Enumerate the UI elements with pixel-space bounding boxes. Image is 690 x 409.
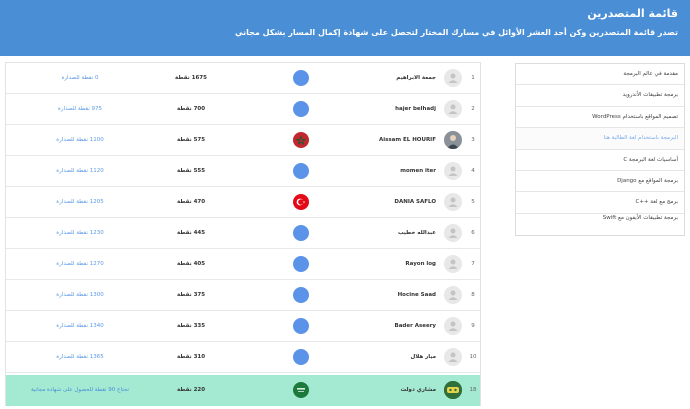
- current-user-row: 18 مشاري دولت 220 نقطة تحتاج 90 نقطة للح…: [6, 375, 480, 406]
- points: 470 نقطة: [176, 199, 206, 205]
- default-flag-icon: [293, 225, 309, 241]
- points-to-lead: 1365 نقطة للصدارة: [56, 354, 104, 360]
- table-row: 7 Rayon log 405 نقطة 1270 نقطة للصدارة: [6, 249, 480, 280]
- points: 220 نقطة: [176, 387, 206, 393]
- points: 1675 نقطة: [175, 75, 207, 81]
- user-name[interactable]: Bader Aseery: [395, 311, 437, 342]
- points-to-lead: 1300 نقطة للصدارة: [56, 292, 104, 298]
- default-flag-icon: [293, 256, 309, 272]
- points: 405 نقطة: [176, 261, 206, 267]
- default-flag-icon: [293, 70, 309, 86]
- page-subtitle: تصدر قائمة المتصدرين وكن أحد العشر الأوا…: [234, 28, 678, 37]
- avatar: [444, 69, 462, 87]
- track-item[interactable]: أساسيات لغة البرمجة C: [516, 150, 684, 171]
- track-item[interactable]: برمجة المواقع مع Django: [516, 171, 684, 193]
- rank: 6: [471, 230, 475, 236]
- default-flag-icon: [293, 101, 309, 117]
- track-item[interactable]: برمجة تطبيقات الأيفون مع Swift: [516, 208, 684, 229]
- points: 375 نقطة: [176, 292, 206, 298]
- avatar: [444, 224, 462, 242]
- saudi-flag-icon: [293, 382, 309, 398]
- rank: 18: [469, 387, 477, 393]
- page-title: قائمة المتصدرين: [587, 7, 678, 20]
- track-list: مقدمة في عالم البرمجة برمجة تطبيقات الأن…: [515, 63, 685, 236]
- user-name[interactable]: عبدالله خطيب: [398, 218, 436, 249]
- points: 310 نقطة: [176, 354, 206, 360]
- user-name[interactable]: ميار هلال: [410, 342, 436, 373]
- points-to-lead: 1340 نقطة للصدارة: [56, 323, 104, 329]
- avatar: [444, 255, 462, 273]
- rank: 8: [471, 292, 475, 298]
- points: 335 نقطة: [176, 323, 206, 329]
- points-to-lead: 975 نقطة للصدارة: [58, 106, 102, 112]
- table-row: 6 عبدالله خطيب 445 نقطة 1230 نقطة للصدار…: [6, 218, 480, 249]
- avatar: [444, 381, 462, 399]
- points-to-lead: 1230 نقطة للصدارة: [56, 230, 104, 236]
- table-row: 8 Hocine Saad 375 نقطة 1300 نقطة للصدارة: [6, 280, 480, 311]
- avatar: [444, 317, 462, 335]
- table-row: 2 hajer belhadj 700 نقطة 975 نقطة للصدار…: [6, 94, 480, 125]
- avatar: [444, 286, 462, 304]
- table-row: 10 ميار هلال 310 نقطة 1365 نقطة للصدارة: [6, 342, 480, 373]
- default-flag-icon: [293, 318, 309, 334]
- track-item[interactable]: تصميم المواقع باستخدام WordPress: [516, 107, 684, 129]
- rank: 10: [469, 354, 477, 360]
- rank: 4: [471, 168, 475, 174]
- default-flag-icon: [293, 163, 309, 179]
- points-to-lead: 1270 نقطة للصدارة: [56, 261, 104, 267]
- user-name[interactable]: hajer belhadj: [395, 94, 436, 125]
- user-name[interactable]: مشاري دولت: [401, 375, 436, 406]
- table-row: 3 Aissam EL HOURIF 575 نقطة 1100 نقطة لل…: [6, 125, 480, 156]
- user-name[interactable]: momen iter: [400, 156, 436, 187]
- user-name[interactable]: Rayon log: [405, 249, 436, 280]
- points: 445 نقطة: [176, 230, 206, 236]
- turkey-flag-icon: [293, 194, 309, 210]
- track-item[interactable]: مقدمة في عالم البرمجة: [516, 64, 684, 86]
- avatar: [444, 100, 462, 118]
- user-name[interactable]: DANIA SAFLO: [394, 187, 436, 218]
- user-name[interactable]: Aissam EL HOURIF: [379, 125, 436, 156]
- rank: 2: [471, 106, 475, 112]
- default-flag-icon: [293, 349, 309, 365]
- rank: 5: [471, 199, 475, 205]
- table-row: 9 Bader Aseery 335 نقطة 1340 نقطة للصدار…: [6, 311, 480, 342]
- points-to-lead: 1120 نقطة للصدارة: [56, 168, 104, 174]
- points-needed-for-certificate: تحتاج 90 نقطة للحصول على شهادة مجانية: [30, 387, 130, 393]
- default-flag-icon: [293, 287, 309, 303]
- points: 575 نقطة: [176, 137, 206, 143]
- points-to-lead: 0 نقطة للصدارة: [61, 75, 99, 81]
- table-row: 1 جمعة الابراهيم 1675 نقطة 0 نقطة للصدار…: [6, 63, 480, 94]
- user-name[interactable]: Hocine Saad: [398, 280, 436, 311]
- leaderboard-table: 1 جمعة الابراهيم 1675 نقطة 0 نقطة للصدار…: [5, 62, 481, 406]
- table-row: 5 DANIA SAFLO 470 نقطة 1205 نقطة للصدارة: [6, 187, 480, 218]
- points: 555 نقطة: [176, 168, 206, 174]
- rank: 1: [471, 75, 475, 81]
- track-item[interactable]: برمجة تطبيقات الأندرويد: [516, 85, 684, 107]
- avatar: [444, 193, 462, 211]
- avatar: [444, 348, 462, 366]
- points: 700 نقطة: [176, 106, 206, 112]
- page-header: قائمة المتصدرين تصدر قائمة المتصدرين وكن…: [0, 0, 690, 56]
- table-row: 4 momen iter 555 نقطة 1120 نقطة للصدارة: [6, 156, 480, 187]
- morocco-flag-icon: [293, 132, 309, 148]
- user-name[interactable]: جمعة الابراهيم: [396, 63, 436, 94]
- points-to-lead: 1205 نقطة للصدارة: [56, 199, 104, 205]
- avatar: [444, 131, 462, 149]
- avatar: [444, 162, 462, 180]
- points-to-lead: 1100 نقطة للصدارة: [56, 137, 104, 143]
- rank: 7: [471, 261, 475, 267]
- track-item-active[interactable]: البرمجة باستخدام لغة الطالبة هنا: [516, 128, 684, 150]
- rank: 9: [471, 323, 475, 329]
- rank: 3: [471, 137, 475, 143]
